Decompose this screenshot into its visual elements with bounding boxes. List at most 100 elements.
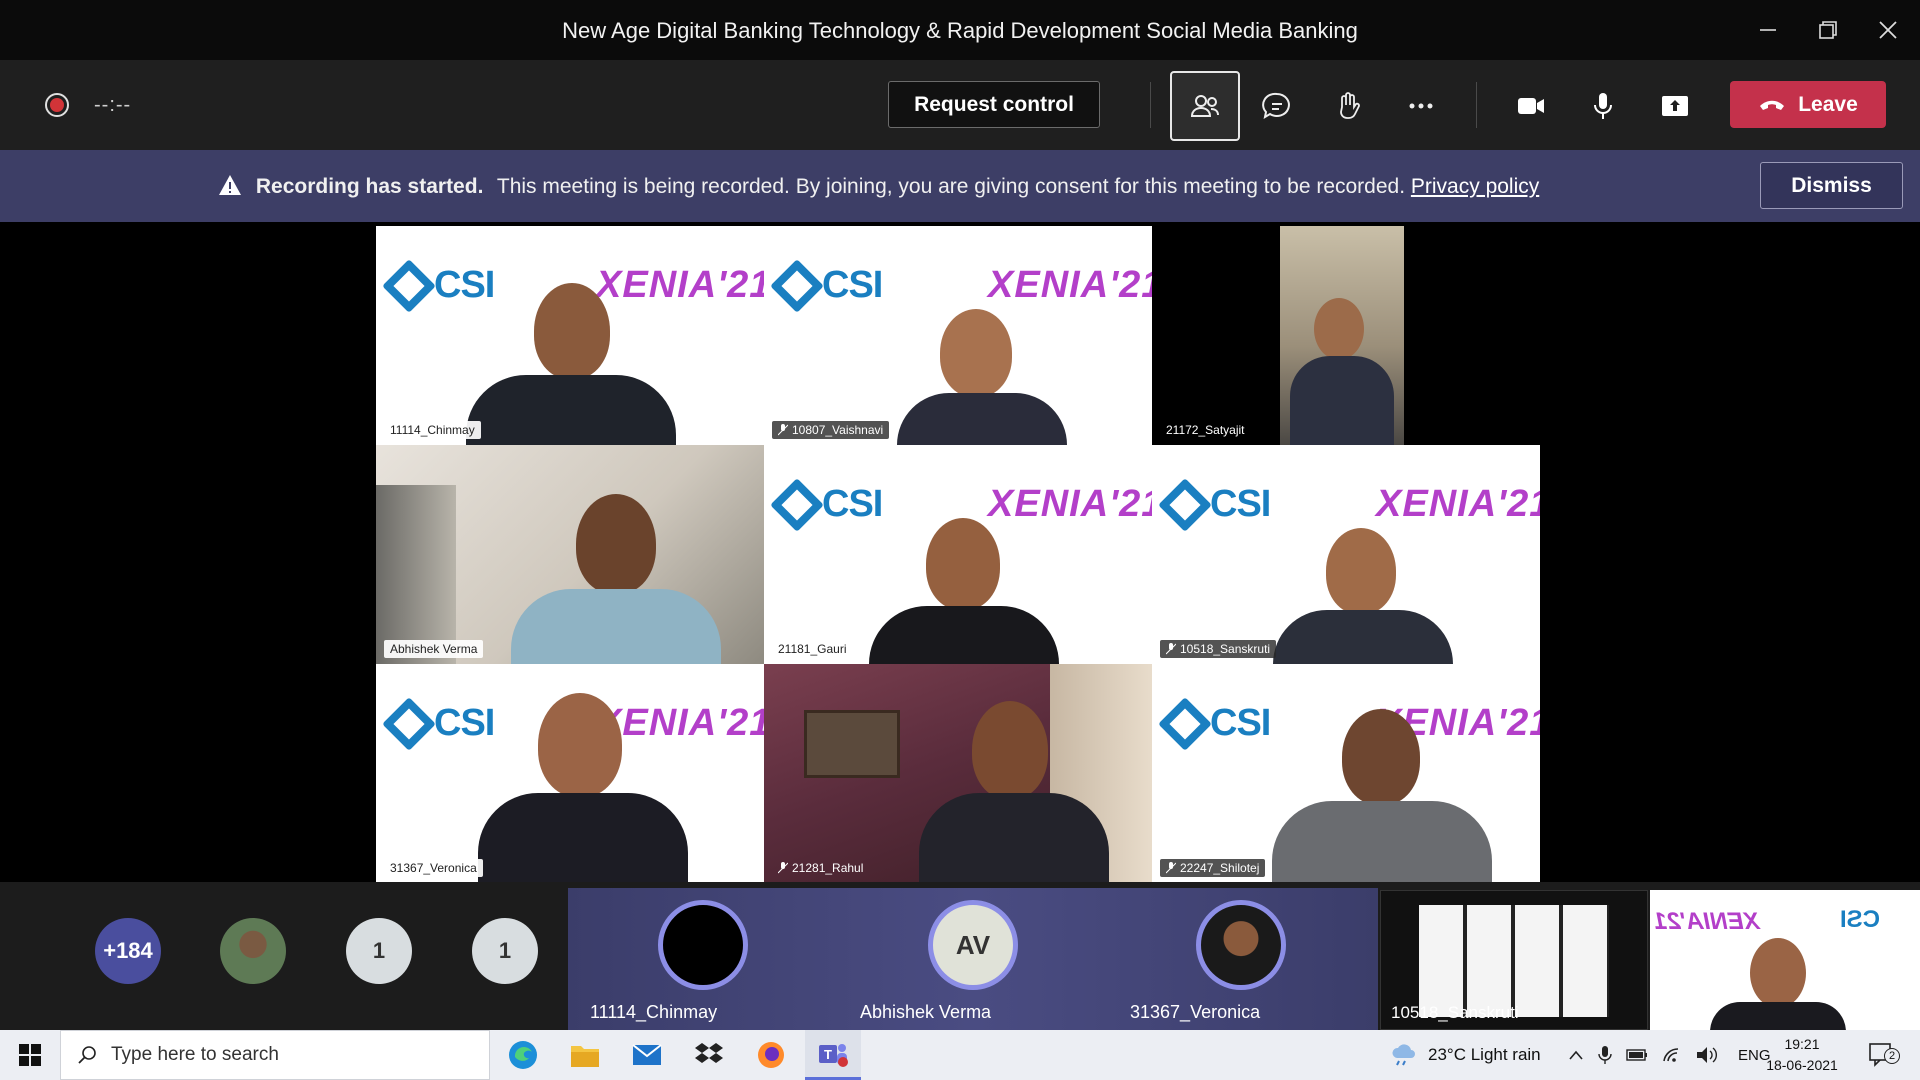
- taskbar-dropbox-app[interactable]: [681, 1030, 737, 1080]
- speaker-icon[interactable]: [1696, 1046, 1718, 1064]
- video-tile[interactable]: CSI XENIA'21 22247_Shilotej: [1152, 664, 1540, 883]
- self-view-body: [1710, 1002, 1846, 1030]
- xenia-logo: XENIA'21: [1376, 483, 1540, 525]
- video-tile[interactable]: CSI XENIA'21 31367_Veronica: [376, 664, 764, 883]
- wifi-icon[interactable]: [1662, 1047, 1682, 1063]
- participant-video: [864, 514, 1064, 664]
- mail-icon: [632, 1044, 662, 1065]
- title-bar: New Age Digital Banking Technology & Rap…: [0, 0, 1920, 60]
- spotlight-name: 11114_Chinmay: [590, 1002, 718, 1022]
- start-button[interactable]: [2, 1030, 58, 1080]
- svg-text:T: T: [824, 1047, 832, 1062]
- meeting-toolbar: --:-- Request control Leave: [0, 60, 1920, 150]
- participant-video: [468, 683, 698, 883]
- participant-video: [892, 305, 1072, 445]
- participants-icon: [1190, 95, 1219, 117]
- notification-badge: 2: [1884, 1048, 1900, 1064]
- restore-icon: [1819, 21, 1837, 39]
- microphone-tray-icon[interactable]: [1598, 1045, 1612, 1065]
- warning-icon: [219, 175, 241, 195]
- phone-hangup-icon: [1760, 100, 1785, 110]
- taskbar-clock[interactable]: 19:21 18-06-2021: [1752, 1034, 1852, 1076]
- folder-icon: [571, 1046, 599, 1067]
- toolbar-divider: [1476, 82, 1477, 128]
- self-view-head: [1750, 938, 1806, 1008]
- microphone-button[interactable]: [1568, 71, 1638, 141]
- participant-name-tag: 31367_Veronica: [384, 859, 483, 877]
- camera-button[interactable]: [1496, 71, 1566, 141]
- taskbar-edge-app[interactable]: [495, 1030, 551, 1080]
- clock-time: 19:21: [1784, 1036, 1820, 1052]
- dismiss-button[interactable]: Dismiss: [1760, 162, 1903, 209]
- participant-name-tag: 22247_Shilotej: [1160, 859, 1266, 877]
- share-screen-button[interactable]: [1640, 71, 1710, 141]
- window-background: [376, 485, 456, 664]
- recording-message: Recording has started. This meeting is b…: [218, 174, 1539, 199]
- taskbar-search-box[interactable]: Type here to search: [60, 1030, 490, 1080]
- weather-text: 23°C Light rain: [1428, 1045, 1541, 1064]
- video-tile[interactable]: CSI XENIA'21 10807_Vaishnavi: [764, 226, 1152, 445]
- csi-logo: CSI: [1158, 477, 1271, 532]
- participant-video: [1262, 703, 1502, 883]
- csi-logo: CSI: [1158, 696, 1271, 751]
- mic-muted-icon: [778, 424, 788, 436]
- windows-logo-icon: [19, 1044, 41, 1066]
- notifications-button[interactable]: 2: [1868, 1030, 1900, 1080]
- participant-video: [914, 693, 1114, 883]
- meeting-title: New Age Digital Banking Technology & Rap…: [562, 18, 1358, 43]
- xenia-logo: XENIA'21: [988, 264, 1152, 306]
- windows-taskbar: Type here to search T 23°C Light rain EN…: [0, 1030, 1920, 1080]
- video-tile[interactable]: CSI XENIA'21 21181_Gauri: [764, 445, 1152, 664]
- taskbar-teams-app[interactable]: T: [805, 1030, 861, 1080]
- participant-avatar[interactable]: AV: [928, 900, 1018, 990]
- taskbar-file-explorer-app[interactable]: [557, 1030, 613, 1080]
- meeting-timer: --:--: [94, 94, 132, 116]
- participant-video: [446, 275, 696, 445]
- video-tile[interactable]: CSI XENIA'21 11114_Chinmay: [376, 226, 764, 445]
- taskbar-mail-app[interactable]: [619, 1030, 675, 1080]
- participant-count-badge[interactable]: 1: [346, 918, 412, 984]
- weather-widget[interactable]: 23°C Light rain: [1390, 1030, 1541, 1080]
- participant-name-tag: 10518_Sanskruti: [1160, 640, 1277, 658]
- video-stage: CSI XENIA'21 11114_Chinmay CSI XENIA'21 …: [6, 226, 1914, 883]
- overflow-participants-button[interactable]: +184: [95, 918, 161, 984]
- clock-date: 18-06-2021: [1766, 1057, 1838, 1073]
- request-control-button[interactable]: Request control: [888, 81, 1100, 128]
- participant-avatar[interactable]: [658, 900, 748, 990]
- recording-banner: Recording has started. This meeting is b…: [0, 150, 1920, 222]
- share-screen-icon: [1662, 96, 1688, 116]
- participant-video: [1268, 524, 1458, 664]
- video-tile[interactable]: Abhishek Verma: [376, 445, 764, 664]
- participant-name-tag: 11114_Chinmay: [384, 421, 481, 439]
- participant-avatar[interactable]: [220, 918, 286, 984]
- self-view-video[interactable]: XENIA'21 CSI: [1650, 890, 1920, 1030]
- taskbar-firefox-app[interactable]: [743, 1030, 799, 1080]
- camera-icon: [1518, 98, 1544, 114]
- raise-hand-button[interactable]: [1314, 71, 1384, 141]
- cloud-rain-icon: [1392, 1044, 1415, 1066]
- more-options-button[interactable]: [1386, 71, 1456, 141]
- privacy-policy-link[interactable]: Privacy policy: [1411, 175, 1539, 198]
- mic-muted-icon: [1166, 862, 1176, 874]
- participant-count-badge[interactable]: 1: [472, 918, 538, 984]
- participant-avatar[interactable]: [1196, 900, 1286, 990]
- microphone-icon: [1594, 93, 1612, 119]
- search-icon: [78, 1046, 96, 1064]
- csi-logo: CSI: [770, 258, 883, 313]
- chevron-up-icon[interactable]: [1568, 1049, 1584, 1061]
- battery-icon[interactable]: [1626, 1048, 1648, 1062]
- screen-share-name: 10518_Sanskruti: [1391, 1003, 1519, 1022]
- leave-button[interactable]: Leave: [1730, 81, 1886, 128]
- video-tile[interactable]: 21281_Rahul: [764, 664, 1152, 883]
- participants-button[interactable]: [1170, 71, 1240, 141]
- close-icon: [1879, 21, 1897, 39]
- screen-share-thumbnail[interactable]: 10518_Sanskruti: [1380, 890, 1648, 1030]
- video-tile[interactable]: 21172_Satyajit: [1152, 226, 1540, 445]
- spotlight-panel: 11114_Chinmay AV Abhishek Verma 31367_Ve…: [568, 888, 1378, 1030]
- close-button[interactable]: [1852, 0, 1920, 60]
- chat-button[interactable]: [1242, 71, 1312, 141]
- spotlight-name: 31367_Veronica: [1130, 1002, 1261, 1022]
- edge-icon: [509, 1041, 537, 1069]
- participant-name-tag: 21181_Gauri: [778, 642, 847, 656]
- video-tile[interactable]: CSI XENIA'21 10518_Sanskruti: [1152, 445, 1540, 664]
